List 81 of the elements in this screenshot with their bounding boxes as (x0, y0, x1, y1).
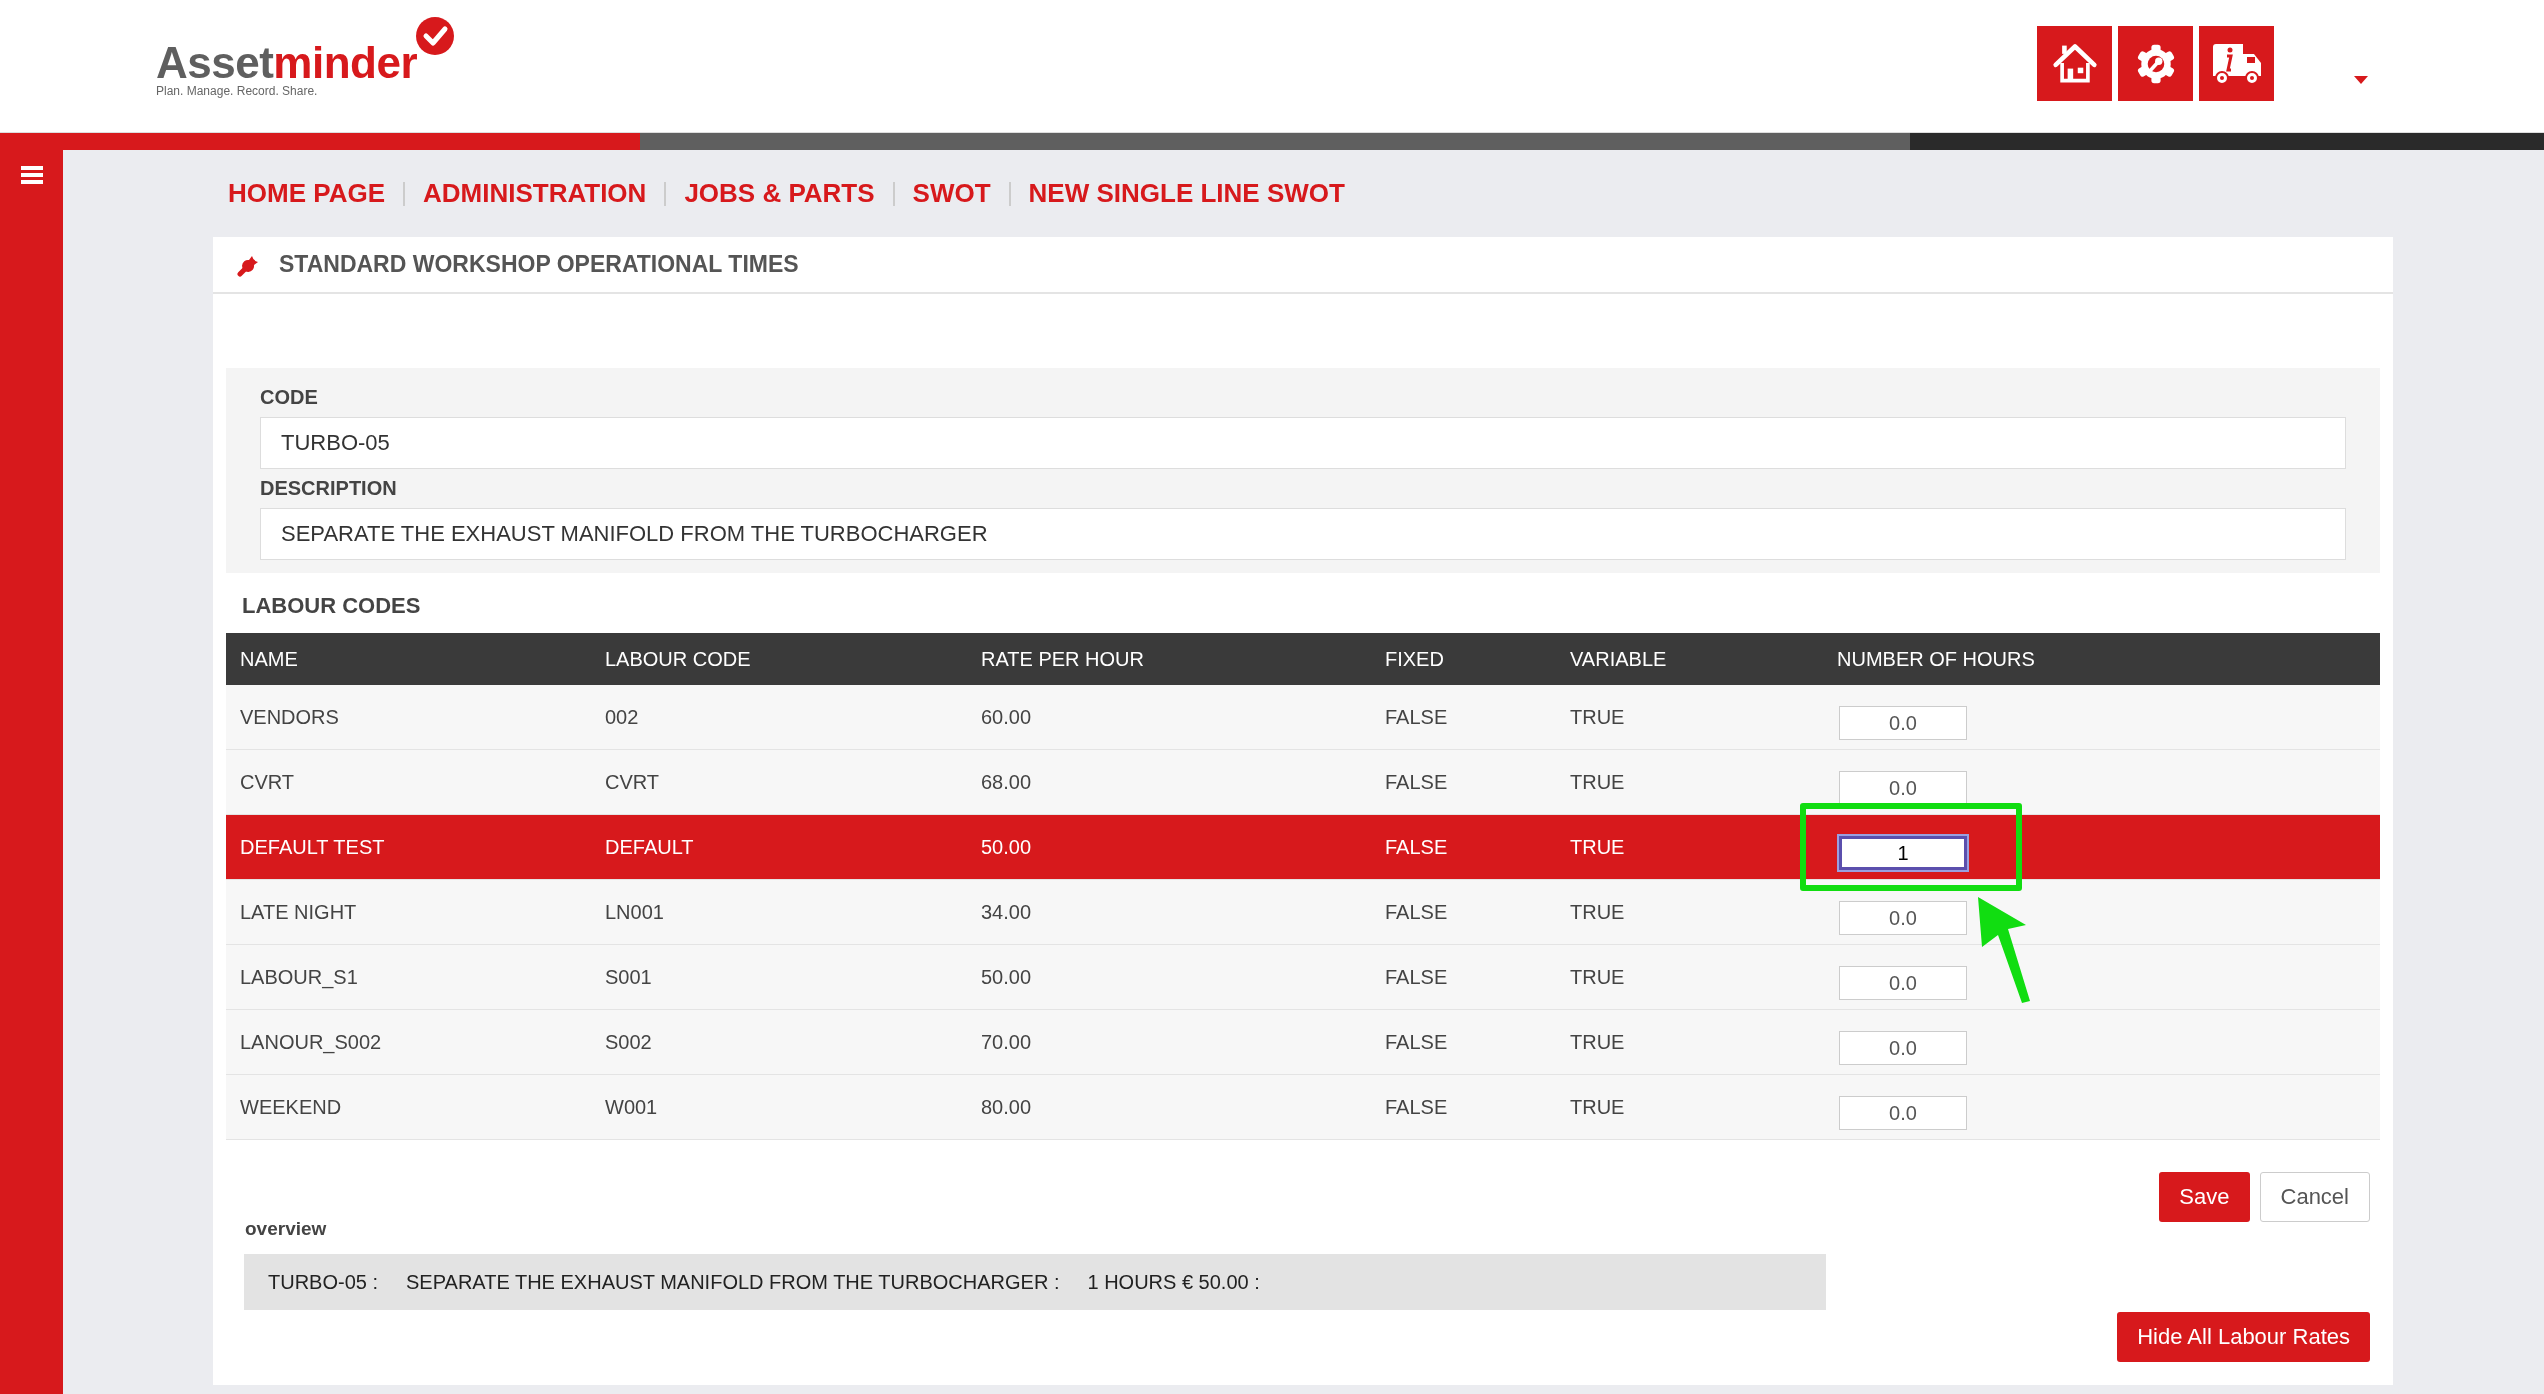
truck-info-button[interactable] (2199, 26, 2274, 101)
table-cell-text: TRUE (1569, 1095, 1626, 1119)
table-cell-text: FALSE (1384, 900, 1449, 924)
table-cell-text: TRUE (1569, 705, 1626, 729)
hours-field[interactable]: 0.0 (1839, 1031, 1967, 1065)
table-cell-text: DEFAULT TEST (239, 835, 386, 859)
table-cell-text: 80.00 (980, 1095, 1033, 1119)
table-row[interactable]: LABOUR_S1 S001 50.00 FALSE TRUE 0.0 (226, 945, 2380, 1010)
table-cell-text: 34.00 (980, 900, 1033, 924)
table-row[interactable]: CVRT CVRT 68.00 FALSE TRUE 0.0 (226, 750, 2380, 815)
table-cell-text: FALSE (1384, 705, 1449, 729)
table-cell-text: TRUE (1569, 770, 1626, 794)
column-header: RATE PER HOUR (980, 647, 1145, 671)
code-field[interactable]: TURBO-05 (260, 417, 2346, 469)
hours-field[interactable]: 0.0 (1839, 771, 1967, 805)
home-button[interactable] (2037, 26, 2112, 101)
hours-field[interactable]: 0.0 (1839, 901, 1967, 935)
hours-field[interactable]: 0.0 (1839, 966, 1967, 1000)
caret-icon[interactable] (2354, 76, 2368, 84)
section-title: LABOUR CODES (241, 592, 422, 620)
table-cell-text: LATE NIGHT (239, 900, 358, 924)
table-cell-text: 70.00 (980, 1030, 1033, 1054)
table-cell-text: FALSE (1384, 1095, 1449, 1119)
summary-text: SEPARATE THE EXHAUST MANIFOLD FROM THE TURBOCHARGER : (406, 1270, 1060, 1294)
table-cell-text: FALSE (1384, 1030, 1449, 1054)
table-row[interactable]: VENDORS 002 60.00 FALSE TRUE 0.0 (226, 685, 2380, 750)
breadcrumb-link[interactable]: SWOT (912, 178, 991, 209)
card-title: STANDARD WORKSHOP OPERATIONAL TIMES (279, 251, 799, 278)
overview-label: overview (244, 1218, 328, 1240)
table-cell-text: 50.00 (980, 965, 1033, 989)
table-cell-text: FALSE (1384, 965, 1449, 989)
table-cell-text: VENDORS (239, 705, 340, 729)
menu-icon[interactable] (20, 166, 43, 184)
logo-wordmark: Assetminder (156, 38, 418, 87)
breadcrumb-link[interactable]: JOBS & PARTS (684, 178, 875, 209)
description-label: DESCRIPTION (260, 476, 398, 501)
table-cell-text: LN001 (604, 900, 665, 924)
table-cell-text: 60.00 (980, 705, 1033, 729)
description-field[interactable]: SEPARATE THE EXHAUST MANIFOLD FROM THE TURBOCHARGER (260, 508, 2346, 560)
summary-text: TURBO-05 : (268, 1270, 379, 1294)
table-cell-text: DEFAULT (604, 835, 695, 859)
table-cell-text: FALSE (1384, 835, 1449, 859)
table-cell-text: 002 (604, 705, 640, 729)
table-cell-text: WEEKEND (239, 1095, 343, 1119)
cancel-button[interactable]: Cancel (2259, 1172, 2370, 1222)
save-button[interactable]: Save (2159, 1172, 2250, 1222)
hours-field[interactable]: 1 (1839, 836, 1967, 870)
table-cell-text: TRUE (1569, 900, 1626, 924)
hide-labour-rates-button[interactable]: Hide All Labour Rates (2117, 1312, 2370, 1362)
table-row[interactable]: LATE NIGHT LN001 34.00 FALSE TRUE 0.0 (226, 880, 2380, 945)
hours-field[interactable]: 0.0 (1839, 1096, 1967, 1130)
column-header: NUMBER OF HOURS (1836, 647, 2036, 671)
table-cell-text: S002 (604, 1030, 653, 1054)
code-label: CODE (260, 385, 319, 410)
table-cell-text: TRUE (1569, 965, 1626, 989)
logo-tagline: Plan. Manage. Record. Share. (156, 84, 319, 98)
table-cell-text: CVRT (239, 770, 296, 794)
breadcrumb-link[interactable]: NEW SINGLE LINE SWOT (1028, 178, 1345, 209)
settings-button[interactable] (2118, 26, 2193, 101)
column-header: FIXED (1384, 647, 1445, 671)
column-header: LABOUR CODE (604, 647, 752, 671)
hours-field[interactable]: 0.0 (1839, 706, 1967, 740)
summary-text: 1 HOURS € 50.00 : (1087, 1270, 1260, 1294)
breadcrumb-link[interactable]: HOME PAGE (228, 178, 385, 209)
table-row[interactable]: DEFAULT TEST DEFAULT 50.00 FALSE TRUE 1 (226, 815, 2380, 880)
table-cell-text: FALSE (1384, 770, 1449, 794)
checkmark-icon (415, 16, 456, 56)
table-row[interactable]: WEEKEND W001 80.00 FALSE TRUE 0.0 (226, 1075, 2380, 1140)
table-cell-text: TRUE (1569, 1030, 1626, 1054)
table-cell-text: S001 (604, 965, 653, 989)
table-cell-text: CVRT (604, 770, 661, 794)
table-cell-text: W001 (604, 1095, 659, 1119)
table-row[interactable]: LANOUR_S002 S002 70.00 FALSE TRUE 0.0 (226, 1010, 2380, 1075)
table-cell-text: 68.00 (980, 770, 1033, 794)
breadcrumb-link[interactable]: ADMINISTRATION (423, 178, 647, 209)
column-header: NAME (239, 647, 299, 671)
column-header: VARIABLE (1569, 647, 1668, 671)
table-cell-text: 50.00 (980, 835, 1033, 859)
table-cell-text: TRUE (1569, 835, 1626, 859)
table-cell-text: LANOUR_S002 (239, 1030, 383, 1054)
table-cell-text: LABOUR_S1 (239, 965, 359, 989)
